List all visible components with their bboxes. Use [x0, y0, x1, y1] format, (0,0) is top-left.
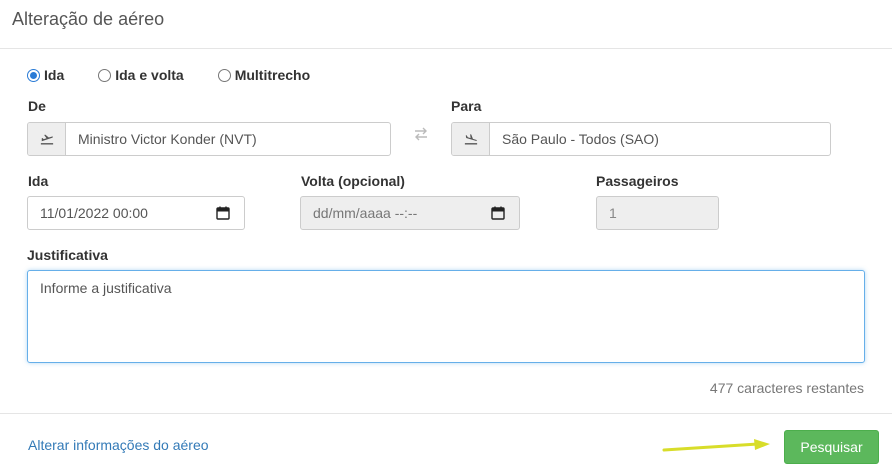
arrow-annotation-icon — [662, 439, 770, 452]
radio-ida[interactable]: Ida — [27, 67, 64, 83]
takeoff-icon — [28, 123, 66, 155]
departure-label: Ida — [28, 173, 49, 189]
destination-label: Para — [451, 98, 482, 114]
radio-label: Ida e volta — [115, 67, 184, 83]
trip-type-radio-group: Ida Ida e volta Multitrecho — [27, 67, 344, 83]
return-datetime-input: dd/mm/aaaa --:-- — [300, 196, 520, 230]
swap-arrows-icon[interactable] — [412, 125, 430, 143]
return-placeholder: dd/mm/aaaa --:-- — [313, 205, 418, 221]
return-label: Volta (opcional) — [301, 173, 405, 189]
departure-value: 11/01/2022 00:00 — [40, 205, 148, 221]
passengers-input: 1 — [596, 196, 719, 230]
passengers-label: Passageiros — [596, 173, 679, 189]
alter-flight-info-link[interactable]: Alterar informações do aéreo — [28, 437, 209, 453]
radio-ida-e-volta[interactable]: Ida e volta — [98, 67, 184, 83]
justification-label: Justificativa — [27, 247, 108, 263]
destination-input[interactable]: São Paulo - Todos (SAO) — [490, 123, 830, 155]
radio-dot[interactable] — [27, 68, 40, 82]
search-button[interactable]: Pesquisar — [784, 430, 879, 464]
landing-icon — [452, 123, 490, 155]
footer-divider — [0, 413, 892, 414]
calendar-icon — [491, 206, 505, 220]
departure-datetime-input[interactable]: 11/01/2022 00:00 — [27, 196, 245, 230]
justification-textarea[interactable]: Informe a justificativa — [27, 270, 865, 363]
radio-dot[interactable] — [217, 68, 231, 82]
radio-multitrecho[interactable]: Multitrecho — [217, 67, 311, 83]
modal-title: Alteração de aéreo — [12, 9, 165, 29]
calendar-icon[interactable] — [216, 206, 230, 220]
header-divider — [0, 48, 892, 49]
origin-input[interactable]: Ministro Victor Konder (NVT) — [66, 123, 390, 155]
origin-label: De — [28, 98, 46, 114]
radio-dot[interactable] — [98, 68, 112, 82]
radio-label: Multitrecho — [234, 67, 311, 83]
destination-input-group[interactable]: São Paulo - Todos (SAO) — [451, 122, 831, 156]
origin-input-group[interactable]: Ministro Victor Konder (NVT) — [27, 122, 391, 156]
radio-label: Ida — [44, 67, 65, 83]
character-counter: 477 caracteres restantes — [709, 380, 864, 396]
